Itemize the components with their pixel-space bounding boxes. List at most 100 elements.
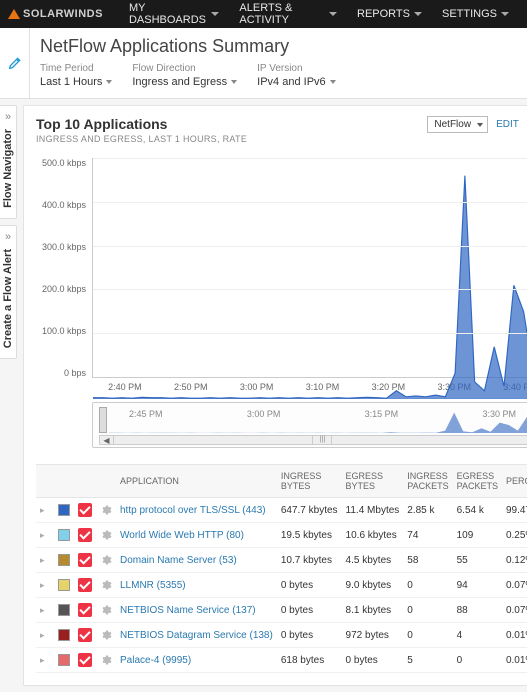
flow-navigator-label: Flow Navigator	[2, 129, 14, 208]
expand-icon[interactable]: ▸	[40, 605, 50, 616]
edit-link[interactable]: EDIT	[496, 119, 519, 130]
ingress-packets-value: 0	[403, 623, 452, 648]
egress-bytes-value: 10.6 kbytes	[342, 523, 404, 548]
time-brush[interactable]: 2:45 PM3:00 PM3:15 PM3:30 PM ◀ ▶ |||	[92, 402, 527, 448]
col-egress-bytes[interactable]: EGRESS BYTES	[342, 465, 404, 498]
gear-icon[interactable]	[100, 504, 112, 516]
series-checkbox[interactable]	[78, 628, 92, 642]
filter-dir-value: Ingress and Egress	[132, 76, 227, 88]
filter-ipversion[interactable]: IP Version IPv4 and IPv6	[257, 63, 336, 88]
filter-ipver-label: IP Version	[257, 63, 336, 74]
card-subtitle: INGRESS AND EGRESS, LAST 1 HOURS, RATE	[36, 134, 247, 144]
color-swatch	[58, 654, 70, 666]
table-row[interactable]: ▸NETBIOS Datagram Service (138)0 bytes97…	[36, 623, 527, 648]
gear-icon[interactable]	[100, 579, 112, 591]
gridline	[93, 158, 527, 159]
expand-icon[interactable]: ▸	[40, 580, 50, 591]
percent-value: 0.12%	[502, 548, 527, 573]
filter-time[interactable]: Time Period Last 1 Hours	[40, 63, 112, 88]
table-row[interactable]: ▸NETBIOS Name Service (137)0 bytes8.1 kb…	[36, 598, 527, 623]
expand-icon[interactable]: ▸	[40, 630, 50, 641]
nav-reports[interactable]: REPORTS	[347, 8, 432, 20]
gear-icon[interactable]	[100, 629, 112, 641]
gear-icon[interactable]	[100, 529, 112, 541]
y-axis: 0 bps100.0 kbps200.0 kbps300.0 kbps400.0…	[36, 158, 92, 378]
table-row[interactable]: ▸World Wide Web HTTP (80)19.5 kbytes10.6…	[36, 523, 527, 548]
scroll-thumb[interactable]: |||	[312, 436, 332, 444]
expand-icon[interactable]: ▸	[40, 530, 50, 541]
nav-alerts[interactable]: ALERTS & ACTIVITY	[229, 2, 347, 26]
egress-packets-value: 0	[453, 648, 502, 673]
table-row[interactable]: ▸http protocol over TLS/SSL (443)647.7 k…	[36, 498, 527, 523]
y-tick-label: 300.0 kbps	[42, 242, 86, 252]
nav-settings[interactable]: SETTINGS	[432, 8, 519, 20]
egress-bytes-value: 9.0 kbytes	[342, 573, 404, 598]
percent-value: 0.07%	[502, 598, 527, 623]
series-checkbox[interactable]	[78, 553, 92, 567]
expand-icon[interactable]: ▸	[40, 505, 50, 516]
nav-settings-label: SETTINGS	[442, 8, 497, 20]
color-swatch	[58, 579, 70, 591]
ingress-bytes-value: 0 bytes	[277, 573, 342, 598]
col-egress-packets[interactable]: EGRESS PACKETS	[453, 465, 502, 498]
brush-handle-left[interactable]	[99, 407, 107, 433]
filter-ipver-value: IPv4 and IPv6	[257, 76, 326, 88]
ingress-bytes-value: 618 bytes	[277, 648, 342, 673]
expand-icon: »	[5, 232, 11, 243]
table-row[interactable]: ▸LLMNR (5355)0 bytes9.0 kbytes0940.07%	[36, 573, 527, 598]
series-checkbox[interactable]	[78, 528, 92, 542]
expand-icon[interactable]: ▸	[40, 555, 50, 566]
flow-navigator-toggle[interactable]: » Flow Navigator	[0, 105, 17, 219]
percent-value: 0.07%	[502, 573, 527, 598]
brush-scrollbar[interactable]: ◀ ▶ |||	[99, 435, 527, 445]
plot-area[interactable]	[92, 158, 527, 378]
nav-dashboards[interactable]: MY DASHBOARDS	[119, 2, 229, 26]
application-link[interactable]: Domain Name Server (53)	[120, 555, 237, 566]
gear-icon[interactable]	[100, 554, 112, 566]
ingress-bytes-value: 0 bytes	[277, 598, 342, 623]
brand[interactable]: SOLARWINDS	[8, 8, 103, 20]
col-ingress-bytes[interactable]: INGRESS BYTES	[277, 465, 342, 498]
application-link[interactable]: Palace-4 (9995)	[120, 655, 191, 666]
application-link[interactable]: World Wide Web HTTP (80)	[120, 530, 244, 541]
expand-icon: »	[5, 112, 11, 123]
gridline	[93, 246, 527, 247]
series-checkbox[interactable]	[78, 653, 92, 667]
application-link[interactable]: http protocol over TLS/SSL (443)	[120, 505, 266, 516]
brand-text: SOLARWINDS	[23, 8, 103, 20]
application-link[interactable]: NETBIOS Datagram Service (138)	[120, 630, 273, 641]
caret-down-icon	[106, 80, 112, 84]
series-checkbox[interactable]	[78, 578, 92, 592]
expand-icon[interactable]: ▸	[40, 655, 50, 666]
create-flow-alert-label: Create a Flow Alert	[2, 249, 14, 348]
gear-icon[interactable]	[100, 604, 112, 616]
edit-page-button[interactable]	[0, 28, 30, 98]
col-ingress-packets[interactable]: INGRESS PACKETS	[403, 465, 452, 498]
scroll-left-icon[interactable]: ◀	[100, 436, 114, 444]
col-application[interactable]: APPLICATION	[116, 465, 277, 498]
ingress-packets-value: 58	[403, 548, 452, 573]
area-series	[93, 158, 527, 399]
applications-chart: 0 bps100.0 kbps200.0 kbps300.0 kbps400.0…	[36, 158, 527, 448]
series-checkbox[interactable]	[78, 603, 92, 617]
gear-icon[interactable]	[100, 654, 112, 666]
application-link[interactable]: LLMNR (5355)	[120, 580, 186, 591]
gridline	[93, 202, 527, 203]
table-row[interactable]: ▸Domain Name Server (53)10.7 kbytes4.5 k…	[36, 548, 527, 573]
brand-logo-icon	[8, 9, 20, 19]
nav-alerts-label: ALERTS & ACTIVITY	[239, 2, 325, 26]
y-tick-label: 500.0 kbps	[42, 158, 86, 168]
filter-direction[interactable]: Flow Direction Ingress and Egress	[132, 63, 237, 88]
series-checkbox[interactable]	[78, 503, 92, 517]
caret-down-icon	[501, 12, 509, 16]
color-swatch	[58, 554, 70, 566]
egress-bytes-value: 972 bytes	[342, 623, 404, 648]
ingress-packets-value: 2.85 k	[403, 498, 452, 523]
application-link[interactable]: NETBIOS Name Service (137)	[120, 605, 256, 616]
applications-table: APPLICATION INGRESS BYTES EGRESS BYTES I…	[36, 464, 527, 673]
y-tick-label: 100.0 kbps	[42, 326, 86, 336]
col-percent[interactable]: PERCENT	[502, 465, 527, 498]
create-flow-alert-toggle[interactable]: » Create a Flow Alert	[0, 225, 17, 359]
flow-type-select[interactable]: NetFlow	[427, 116, 488, 133]
table-row[interactable]: ▸Palace-4 (9995)618 bytes0 bytes500.01%	[36, 648, 527, 673]
